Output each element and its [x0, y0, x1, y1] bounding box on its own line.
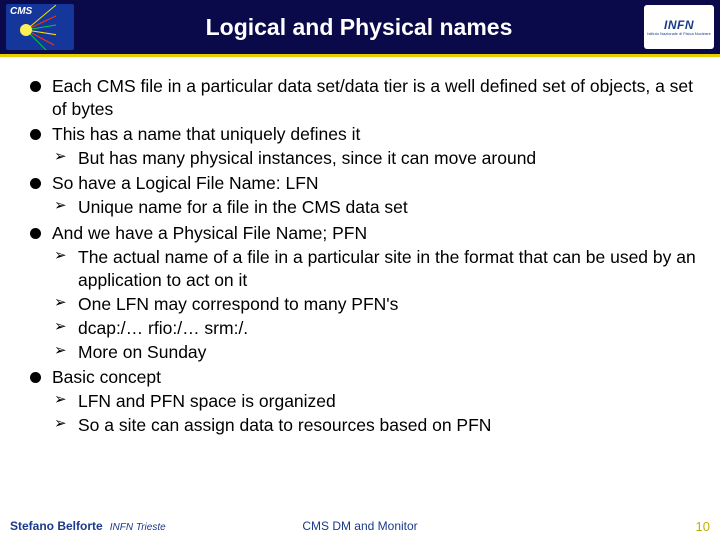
- sub-bullet-list: Unique name for a file in the CMS data s…: [52, 196, 700, 219]
- sub-bullet-item: One LFN may correspond to many PFN's: [52, 293, 700, 316]
- sub-bullet-item: The actual name of a file in a particula…: [52, 246, 700, 292]
- footer-left: Stefano Belforte INFN Trieste: [10, 519, 166, 533]
- infn-logo: INFN Istituto Nazionale di Fisica Nuclea…: [644, 5, 714, 49]
- page-number: 10: [696, 519, 710, 534]
- sub-bullet-item: Unique name for a file in the CMS data s…: [52, 196, 700, 219]
- author-affiliation: INFN Trieste: [110, 522, 166, 533]
- slide-title: Logical and Physical names: [74, 14, 644, 41]
- author-name: Stefano Belforte: [10, 519, 103, 533]
- bullet-text: This has a name that uniquely defines it: [52, 124, 360, 144]
- cms-logo: CMS: [6, 4, 74, 50]
- bullet-text: So have a Logical File Name: LFN: [52, 173, 319, 193]
- title-bar: CMS Logical and Physical names INFN Isti…: [0, 0, 720, 54]
- sub-bullet-item: dcap:/… rfio:/… srm:/.: [52, 317, 700, 340]
- slide: CMS Logical and Physical names INFN Isti…: [0, 0, 720, 540]
- bullet-list: Each CMS file in a particular data set/d…: [30, 75, 700, 437]
- infn-logo-subtext: Istituto Nazionale di Fisica Nucleare: [647, 32, 711, 36]
- bullet-text: Each CMS file in a particular data set/d…: [52, 76, 693, 119]
- sub-bullet-item: More on Sunday: [52, 341, 700, 364]
- bullet-item: So have a Logical File Name: LFN Unique n…: [30, 172, 700, 219]
- sub-bullet-list: The actual name of a file in a particula…: [52, 246, 700, 364]
- bullet-item: And we have a Physical File Name; PFN The…: [30, 222, 700, 365]
- bullet-item: This has a name that uniquely defines it…: [30, 123, 700, 170]
- bullet-item: Each CMS file in a particular data set/d…: [30, 75, 700, 121]
- sub-bullet-list: LFN and PFN space is organizedSo a site …: [52, 390, 700, 437]
- bullet-text: And we have a Physical File Name; PFN: [52, 223, 367, 243]
- sub-bullet-list: But has many physical instances, since i…: [52, 147, 700, 170]
- burst-icon: [6, 4, 56, 50]
- sub-bullet-item: LFN and PFN space is organized: [52, 390, 700, 413]
- sub-bullet-item: But has many physical instances, since i…: [52, 147, 700, 170]
- bullet-item: Basic concept LFN and PFN space is organi…: [30, 366, 700, 437]
- footer-center: CMS DM and Monitor: [302, 519, 417, 533]
- content-area: Each CMS file in a particular data set/d…: [0, 57, 720, 516]
- bullet-text: Basic concept: [52, 367, 161, 387]
- sub-bullet-item: So a site can assign data to resources b…: [52, 414, 700, 437]
- footer: Stefano Belforte INFN Trieste CMS DM and…: [0, 516, 720, 540]
- infn-logo-text: INFN: [664, 18, 694, 32]
